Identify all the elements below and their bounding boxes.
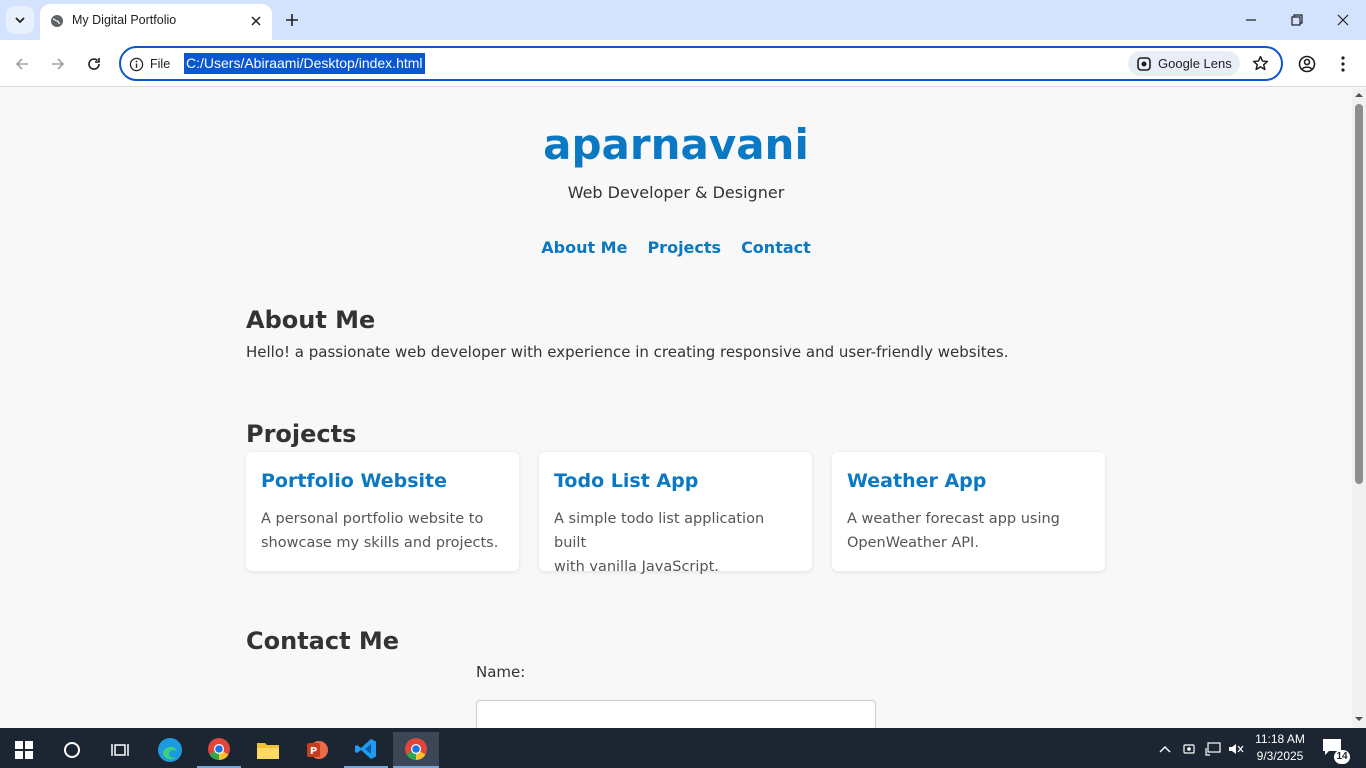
tab-search-button[interactable] (6, 6, 34, 34)
volume-muted-icon (1229, 744, 1244, 754)
profile-button[interactable] (1294, 51, 1320, 77)
plus-icon (286, 14, 298, 26)
url-text[interactable]: C:/Users/Abiraami/Desktop/index.html (184, 53, 425, 74)
taskbar-powerpoint[interactable]: P (295, 732, 339, 768)
tray-network[interactable] (1204, 740, 1222, 758)
bookmark-button[interactable] (1249, 52, 1271, 74)
nav-link-projects[interactable]: Projects (647, 238, 721, 257)
globe-icon (51, 15, 63, 27)
close-icon (1337, 14, 1349, 26)
google-lens-button[interactable]: Google Lens (1128, 51, 1240, 76)
active-tab[interactable]: My Digital Portfolio (40, 4, 272, 40)
clock-date: 9/3/2025 (1256, 749, 1304, 763)
site-title: aparnavani (543, 120, 809, 169)
about-heading: About Me (246, 306, 376, 334)
task-view-button[interactable] (98, 732, 142, 768)
notification-center-button[interactable]: 14 (1322, 738, 1350, 764)
close-window-button[interactable] (1331, 8, 1355, 32)
project-description: A simple todo list application built with… (554, 511, 765, 575)
arrow-left-icon (15, 58, 28, 70)
project-description: A personal portfolio website to showcase … (261, 511, 499, 551)
chevron-up-icon (1159, 746, 1171, 753)
close-tab-icon[interactable] (248, 13, 264, 29)
name-input[interactable] (476, 700, 876, 728)
minimize-icon (1246, 19, 1256, 21)
back-button[interactable] (9, 51, 35, 77)
scroll-up-icon[interactable] (1355, 91, 1363, 99)
project-title: Todo List App (554, 470, 699, 492)
scrollbar-thumb[interactable] (1355, 104, 1363, 484)
site-nav: About Me Projects Contact (0, 238, 1352, 257)
project-title: Portfolio Website (261, 470, 448, 492)
cortana-icon (64, 742, 80, 758)
network-icon (1205, 742, 1221, 756)
reload-button[interactable] (81, 51, 107, 77)
project-card: Portfolio Website A personal portfolio w… (246, 452, 519, 571)
vscode-icon (355, 739, 376, 759)
chevron-down-icon (15, 17, 25, 24)
new-tab-button[interactable] (282, 10, 302, 30)
start-button[interactable] (2, 732, 46, 768)
edge-icon (158, 738, 182, 762)
search-button[interactable] (50, 732, 94, 768)
task-view-icon (111, 744, 129, 756)
project-description: A weather forecast app using OpenWeather … (847, 511, 1060, 551)
info-icon (129, 57, 144, 71)
tray-meet-now[interactable] (1180, 740, 1198, 758)
more-vert-icon (1341, 56, 1345, 72)
contact-heading: Contact Me (246, 627, 400, 655)
menu-button[interactable] (1330, 51, 1356, 77)
profile-icon (1298, 55, 1316, 73)
browser-toolbar: File C:/Users/Abiraami/Desktop/index.htm… (0, 40, 1366, 87)
lens-icon (1137, 56, 1151, 71)
tab-title: My Digital Portfolio (72, 13, 177, 27)
arrow-right-icon (52, 58, 65, 70)
taskbar-chrome-active[interactable] (393, 732, 439, 768)
page-scrollbar[interactable] (1352, 88, 1366, 728)
tray-volume[interactable] (1227, 740, 1245, 758)
nav-link-contact[interactable]: Contact (741, 238, 811, 257)
chrome-icon (208, 738, 230, 760)
google-lens-label: Google Lens (1158, 56, 1232, 71)
site-info-label: File (150, 57, 171, 71)
forward-button[interactable] (45, 51, 71, 77)
reload-icon (88, 58, 100, 70)
page-viewport: aparnavani Web Developer & Designer Abou… (0, 88, 1352, 728)
notification-badge: 14 (1334, 750, 1350, 764)
project-card: Weather App A weather forecast app using… (832, 452, 1105, 571)
nav-link-about[interactable]: About Me (541, 238, 627, 257)
projects-heading: Projects (246, 420, 357, 448)
folder-icon (257, 743, 279, 759)
taskbar-vscode[interactable] (344, 732, 388, 768)
taskbar-clock[interactable]: 11:18 AM 9/3/2025 (1248, 731, 1312, 765)
powerpoint-icon: P (307, 741, 328, 759)
scroll-down-icon[interactable] (1355, 715, 1363, 723)
site-info-button[interactable]: File (129, 54, 170, 74)
clock-time: 11:18 AM (1255, 732, 1305, 746)
project-card: Todo List App A simple todo list applica… (539, 452, 812, 575)
chrome-icon (405, 738, 427, 760)
restore-button[interactable] (1285, 8, 1309, 32)
restore-icon (1291, 14, 1303, 26)
star-icon (1252, 55, 1268, 70)
meet-now-icon (1183, 744, 1195, 754)
site-subtitle: Web Developer & Designer (567, 183, 785, 202)
project-title: Weather App (847, 470, 987, 492)
minimize-button[interactable] (1239, 8, 1263, 32)
taskbar-edge[interactable] (148, 732, 192, 768)
tray-overflow-button[interactable] (1156, 740, 1174, 758)
name-label: Name: (476, 663, 526, 681)
taskbar: P 11:18 AM 9/3/2025 14 (0, 728, 1366, 768)
taskbar-chrome[interactable] (197, 732, 241, 768)
taskbar-file-explorer[interactable] (246, 732, 290, 768)
windows-icon (15, 741, 33, 759)
tab-strip: My Digital Portfolio (0, 0, 1366, 40)
svg-text:P: P (310, 746, 317, 757)
address-bar[interactable]: File C:/Users/Abiraami/Desktop/index.htm… (119, 46, 1283, 81)
about-text: Hello! a passionate web developer with e… (246, 343, 1009, 361)
